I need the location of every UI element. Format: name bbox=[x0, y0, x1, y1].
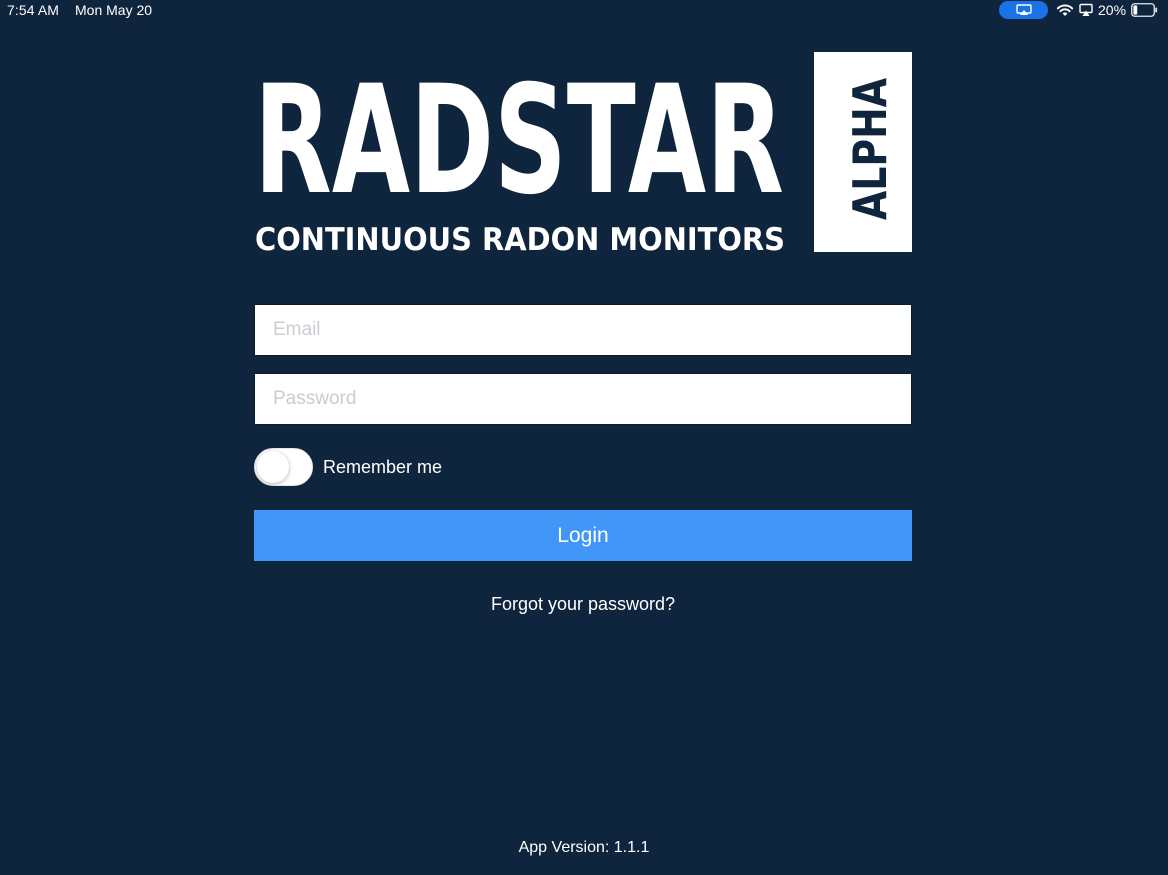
remember-me-label: Remember me bbox=[323, 456, 443, 477]
screen-mirroring-icon bbox=[1079, 3, 1093, 16]
logo-badge: ALPHA bbox=[843, 78, 897, 220]
radstar-logo: RADSTAR CONTINUOUS RADON MONITORS ALPHA bbox=[254, 52, 912, 252]
logo-title: RADSTAR bbox=[254, 54, 784, 228]
password-field[interactable] bbox=[254, 373, 912, 425]
toggle-knob bbox=[257, 451, 289, 483]
airplay-indicator[interactable] bbox=[999, 1, 1048, 19]
remember-me-row: Remember me bbox=[254, 448, 442, 486]
status-date: Mon May 20 bbox=[75, 2, 153, 18]
status-time: 7:54 AM bbox=[7, 2, 60, 18]
login-button[interactable]: Login bbox=[254, 510, 912, 561]
forgot-password-link[interactable]: Forgot your password? bbox=[254, 594, 912, 615]
email-field[interactable] bbox=[254, 304, 912, 356]
battery-fill bbox=[1133, 5, 1138, 15]
wifi-icon bbox=[1056, 4, 1074, 16]
airplay-icon bbox=[1015, 4, 1032, 15]
battery-icon bbox=[1131, 3, 1158, 17]
battery-percent: 20% bbox=[1098, 2, 1127, 18]
app-version: App Version: 1.1.1 bbox=[518, 839, 650, 856]
remember-me-toggle[interactable] bbox=[254, 448, 313, 486]
status-bar: 7:54 AM Mon May 20 20% bbox=[0, 0, 1168, 22]
logo-subtitle: CONTINUOUS RADON MONITORS bbox=[255, 222, 785, 252]
